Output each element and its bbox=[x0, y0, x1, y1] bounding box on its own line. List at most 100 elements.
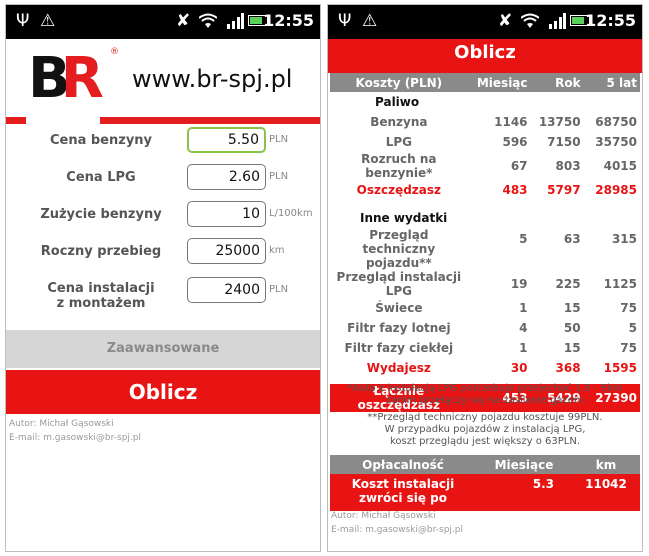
field-label: Zużycie benzyny bbox=[40, 207, 162, 222]
logo-url: www.br-spj.pl bbox=[132, 65, 293, 93]
field-label: Cena benzyny bbox=[49, 133, 153, 148]
field-lpg-price: Cena LPG 2.60 PLN bbox=[6, 162, 320, 198]
row-year: 225 bbox=[555, 277, 581, 291]
row-5years: 75 bbox=[620, 301, 637, 315]
installation-cost-input[interactable]: 2400 bbox=[187, 277, 266, 303]
email-text: E-mail: m.gasowski@br-spj.pl bbox=[9, 433, 141, 443]
row-label-line: pojazdu** bbox=[365, 256, 432, 270]
footnote-line: **Przegląd techniczny pojazdu kosztuje 9… bbox=[367, 412, 603, 423]
field-label-line: Cena instalacji bbox=[47, 281, 155, 296]
annual-mileage-input[interactable]: 25000 bbox=[187, 238, 266, 264]
email-text: E-mail: m.gasowski@br-spj.pl bbox=[331, 525, 463, 535]
section-title: Paliwo bbox=[375, 95, 420, 109]
column-header: km bbox=[572, 455, 640, 474]
row-month: 30 bbox=[510, 361, 528, 375]
row-label: Benzyna bbox=[370, 115, 428, 129]
row-5years: 35750 bbox=[595, 135, 637, 149]
footnote-inspection: **Przegląd techniczny pojazdu kosztuje 9… bbox=[332, 412, 638, 448]
logo-divider bbox=[6, 117, 26, 124]
usb-icon: Ψ bbox=[338, 11, 352, 31]
table-row: LPG 596 7150 35750 bbox=[330, 132, 640, 152]
status-bar: Ψ ⚠ ✘ 12:55 bbox=[328, 5, 642, 39]
table-row: Benzyna 1146 13750 68750 bbox=[330, 112, 640, 132]
author-text: Autor: Michał Gąsowski bbox=[331, 511, 436, 521]
section-heading: Inne wydatki bbox=[330, 208, 640, 228]
table-header: Opłacalność Miesiące km bbox=[330, 455, 640, 474]
savings-row: Oszczędzasz 483 5797 28985 bbox=[330, 180, 640, 200]
row-label: Rozruch na benzynie* bbox=[361, 152, 437, 180]
clock: 12:55 bbox=[263, 11, 314, 30]
row-label-line: zwróci się po bbox=[358, 491, 448, 505]
row-5years: 315 bbox=[611, 232, 637, 246]
wifi-icon bbox=[521, 13, 539, 28]
footnote-line: W przypadku pojazdów z instalacją LPG, bbox=[384, 424, 586, 435]
row-year: 50 bbox=[563, 321, 581, 335]
row-year: 368 bbox=[555, 361, 581, 375]
field-unit: PLN bbox=[269, 134, 289, 145]
footnote-line: koszt przeglądu jest większy o 63PLN. bbox=[389, 436, 581, 447]
row-year: 7150 bbox=[547, 135, 581, 149]
payback-table: Opłacalność Miesiące km Koszt instalacji… bbox=[330, 455, 640, 511]
field-annual-mileage: Roczny przebieg 25000 km bbox=[6, 236, 320, 272]
table-row: Świece 1 15 75 bbox=[330, 298, 640, 318]
row-month: 5 bbox=[519, 232, 528, 246]
row-label: Przegląd instalacji LPG bbox=[336, 270, 462, 298]
table-row: Przegląd techniczny pojazdu** 5 63 315 bbox=[330, 228, 640, 270]
row-label-line: Przegląd techniczny bbox=[362, 228, 436, 256]
row-label: Świece bbox=[375, 301, 423, 315]
row-label: Wydajesz bbox=[366, 361, 431, 375]
row-5years: 4015 bbox=[603, 159, 637, 173]
row-label-line: Koszt instalacji bbox=[351, 477, 455, 491]
row-month: 1146 bbox=[494, 115, 528, 129]
column-header: Miesiąc bbox=[467, 73, 531, 92]
row-month: 596 bbox=[502, 135, 528, 149]
payback-months: 5.3 bbox=[476, 474, 572, 511]
row-5years: 28985 bbox=[595, 183, 637, 197]
row-year: 5797 bbox=[547, 183, 581, 197]
logo-letter-r: R bbox=[60, 46, 104, 111]
wifi-icon bbox=[199, 13, 217, 28]
registered-mark: ® bbox=[110, 47, 119, 57]
field-petrol-consumption: Zużycie benzyny 10 L/100km bbox=[6, 199, 320, 235]
field-label-line: z montażem bbox=[56, 296, 146, 311]
field-label: Cena LPG bbox=[66, 170, 136, 185]
column-header: Rok bbox=[530, 73, 584, 92]
row-label: Filtr fazy ciekłej bbox=[344, 341, 454, 355]
signal-icon bbox=[549, 13, 566, 29]
logo-letter-b: B bbox=[28, 46, 71, 111]
field-installation-cost: Cena instalacji z montażem 2400 PLN bbox=[6, 274, 320, 318]
row-5years: 1125 bbox=[603, 277, 637, 291]
petrol-price-input[interactable]: 5.50 bbox=[187, 127, 266, 153]
row-5years: 5 bbox=[628, 321, 637, 335]
clock: 12:55 bbox=[585, 11, 636, 30]
petrol-consumption-input[interactable]: 10 bbox=[187, 201, 266, 227]
vibrate-off-icon: ✘ bbox=[176, 11, 191, 31]
field-unit: L/100km bbox=[269, 208, 313, 219]
table-row: Filtr fazy lotnej 4 50 5 bbox=[330, 318, 640, 338]
field-unit: PLN bbox=[269, 171, 289, 182]
row-label: Filtr fazy lotnej bbox=[347, 321, 451, 335]
advanced-button[interactable]: Zaawansowane bbox=[6, 330, 320, 368]
payback-row: Koszt instalacji zwróci się po 5.3 11042 bbox=[330, 474, 640, 511]
status-bar: Ψ ⚠ ✘ 12:55 bbox=[6, 5, 320, 39]
row-year: 13750 bbox=[538, 115, 581, 129]
usb-icon: Ψ bbox=[16, 11, 30, 31]
author-text: Autor: Michał Gąsowski bbox=[9, 419, 114, 429]
warning-icon: ⚠ bbox=[362, 11, 378, 31]
row-5years: 68750 bbox=[595, 115, 637, 129]
signal-icon bbox=[227, 13, 244, 29]
row-label: Koszt instalacji zwróci się po bbox=[330, 474, 476, 511]
row-5years: 75 bbox=[620, 341, 637, 355]
footnote-lpg-start: *Auto z instalacją LPG potrzebuje przeje… bbox=[347, 383, 623, 406]
field-petrol-price: Cena benzyny 5.50 PLN bbox=[6, 125, 320, 161]
row-month: 19 bbox=[510, 277, 528, 291]
column-header: Opłacalność bbox=[330, 455, 476, 474]
payback-km: 11042 bbox=[572, 474, 640, 511]
lpg-price-input[interactable]: 2.60 bbox=[187, 164, 266, 190]
field-label: Roczny przebieg bbox=[40, 244, 162, 259]
row-year: 15 bbox=[563, 341, 581, 355]
row-month: 1 bbox=[519, 301, 528, 315]
row-month: 67 bbox=[510, 159, 528, 173]
calculate-button[interactable]: Oblicz bbox=[6, 370, 320, 414]
column-header: 5 lat bbox=[583, 73, 640, 92]
